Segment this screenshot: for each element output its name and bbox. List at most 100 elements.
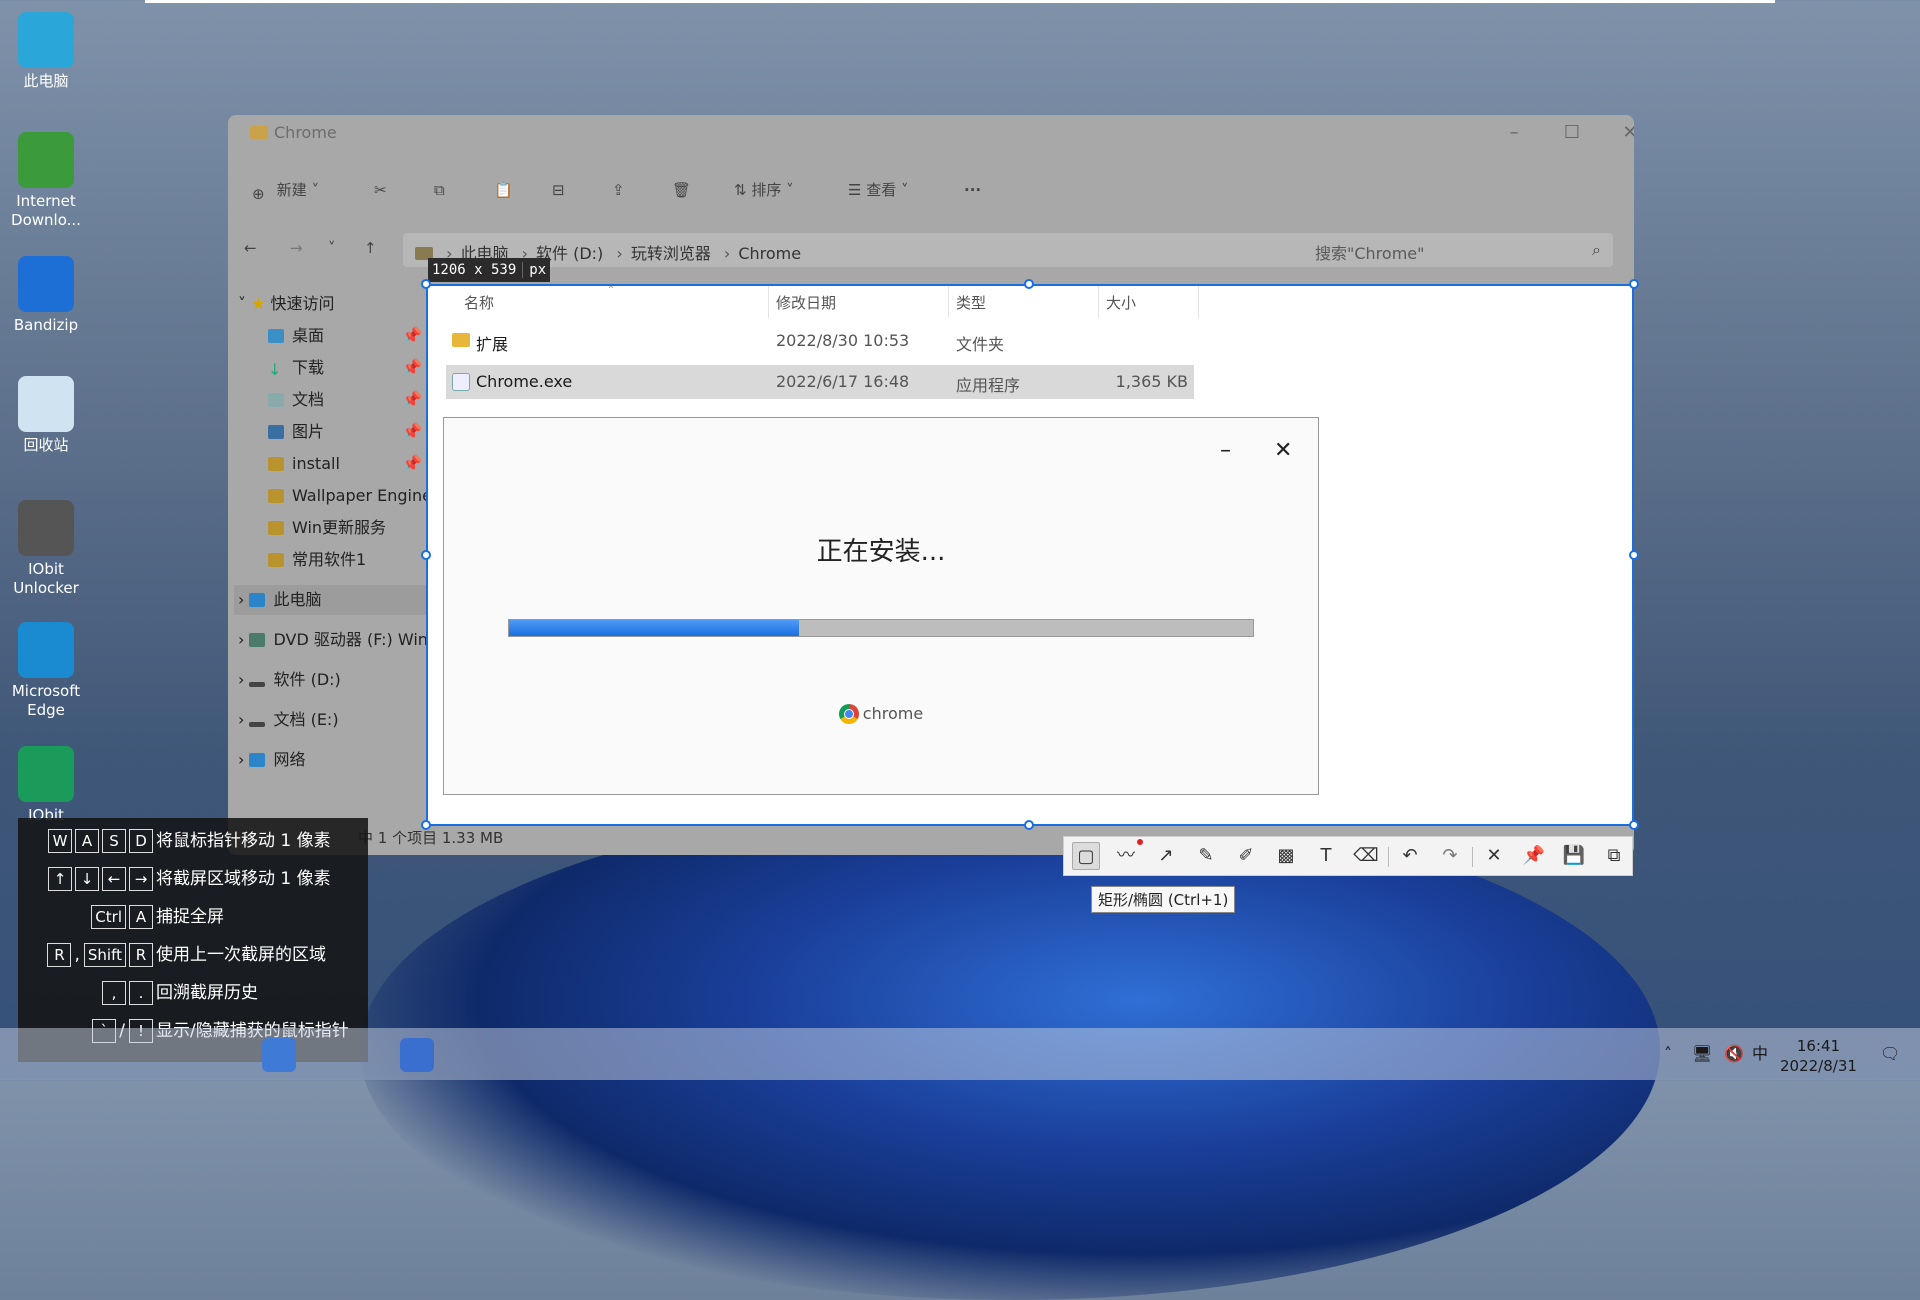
chrome-installer-dialog[interactable]: – ✕ 正在安装... chrome	[443, 417, 1319, 795]
resize-handle[interactable]	[421, 550, 431, 560]
keycap: →	[129, 867, 153, 891]
volume-mute-icon[interactable]: 🔇	[1724, 1028, 1744, 1080]
nav-item[interactable]: 桌面 📌	[268, 321, 422, 351]
text-icon[interactable]: T	[1312, 842, 1340, 870]
new-button[interactable]: ⊕ 新建 ˅	[252, 175, 319, 205]
window-title: Chrome	[250, 123, 337, 142]
desktop-icon[interactable]: 回收站	[6, 376, 86, 455]
nav-item[interactable]: 常用软件1	[268, 545, 366, 575]
redo-icon[interactable]: ↷	[1436, 842, 1464, 870]
taskbar-app-icon[interactable]	[262, 1038, 296, 1072]
nav-item[interactable]: install 📌	[268, 449, 422, 479]
search-input[interactable]: 搜索"Chrome" ⌕	[1303, 233, 1613, 267]
eraser-icon[interactable]: ⌫	[1352, 842, 1380, 870]
pin-icon: 📌	[402, 326, 422, 345]
marker-icon[interactable]: ✐	[1232, 842, 1260, 870]
resize-handle[interactable]	[1629, 820, 1639, 830]
app-icon	[18, 256, 74, 312]
copy-icon[interactable]: ⧉	[434, 175, 445, 205]
cancel-icon[interactable]: ✕	[1480, 842, 1508, 870]
installer-minimize-button[interactable]: –	[1220, 438, 1231, 463]
shortcut-row: R, Shift R 使用上一次截屏的区域	[18, 940, 368, 970]
column-name[interactable]: 名称	[464, 292, 494, 313]
share-icon[interactable]: ⇪	[612, 175, 625, 205]
pin-icon: 📌	[402, 390, 422, 409]
column-date[interactable]: 修改日期	[776, 292, 836, 313]
capture-selection[interactable]: 名称 ˄ 修改日期 类型 大小 扩展 2022/8/30 10:53 文件夹 C…	[426, 284, 1634, 826]
back-icon[interactable]: ←	[244, 233, 257, 263]
installer-close-button[interactable]: ✕	[1274, 438, 1292, 463]
nav-this-pc[interactable]: › 此电脑	[234, 585, 428, 615]
resize-handle[interactable]	[421, 820, 431, 830]
recent-chevron-icon[interactable]: ˅	[328, 233, 336, 263]
sort-button[interactable]: ⇅ 排序 ˅	[734, 175, 794, 205]
folder-icon	[268, 489, 284, 503]
paste-icon[interactable]: 📋	[494, 175, 513, 205]
arrow-icon[interactable]: ↗	[1152, 842, 1180, 870]
nav-dvd-drive[interactable]: › DVD 驱动器 (F:) Win	[238, 625, 428, 655]
view-button[interactable]: ☰ 查看 ˅	[848, 175, 909, 205]
desktop-icon[interactable]: IObit	[6, 746, 86, 825]
desktop-icon-label: Internet Downlo...	[11, 192, 81, 229]
save-icon[interactable]: 💾	[1560, 842, 1588, 870]
desktop-icon-label: IObit Unlocker	[13, 560, 79, 597]
more-options-button[interactable]: ···	[964, 175, 981, 205]
clock[interactable]: 16:41 2022/8/31	[1780, 1036, 1857, 1076]
nav-item[interactable]: 文档 📌	[268, 385, 422, 415]
desktop-icon[interactable]: Bandizip	[6, 256, 86, 335]
installing-title: 正在安装...	[816, 537, 946, 567]
notification-icon[interactable]: 🗨	[1880, 1028, 1900, 1080]
nav-item[interactable]: Win更新服务	[268, 513, 386, 543]
network-icon[interactable]: 🖥	[1692, 1028, 1712, 1080]
up-icon[interactable]: ↑	[364, 233, 377, 263]
desktop-icon[interactable]: Internet Downlo...	[6, 132, 86, 230]
forward-icon[interactable]: →	[290, 233, 303, 263]
desktop-icon[interactable]: Microsoft Edge	[6, 622, 86, 720]
delete-icon[interactable]: 🗑	[672, 175, 691, 205]
shortcut-row: ,. 回溯截屏历史	[18, 978, 368, 1008]
app-icon	[18, 376, 74, 432]
app-icon	[18, 500, 74, 556]
nav-item[interactable]: ↓ 下载 📌	[268, 353, 422, 383]
resize-handle[interactable]	[1024, 279, 1034, 289]
app-icon	[18, 132, 74, 188]
explorer-toolbar: ⊕ 新建 ˅ ✂ ⧉ 📋 ⊟ ⇪ 🗑 ⇅ 排序 ˅ ☰ 查看 ˅ ···	[228, 165, 1634, 215]
column-size[interactable]: 大小	[1106, 292, 1136, 313]
resize-handle[interactable]	[1629, 279, 1639, 289]
desktop-icon-label: Microsoft Edge	[11, 682, 81, 719]
ime-indicator[interactable]: 中	[1752, 1028, 1768, 1080]
resize-handle[interactable]	[1024, 820, 1034, 830]
chevron-up-icon[interactable]: ˄	[1664, 1028, 1672, 1080]
desktop-icon[interactable]: IObit Unlocker	[6, 500, 86, 598]
keycap: A	[129, 905, 153, 929]
desktop-icon[interactable]: 此电脑	[6, 12, 86, 91]
breadcrumb-item[interactable]: 玩转浏览器	[631, 244, 711, 263]
pencil-icon[interactable]: ✎	[1192, 842, 1220, 870]
nav-item[interactable]: Wallpaper Engine	[268, 481, 432, 511]
mosaic-icon[interactable]: ▩	[1272, 842, 1300, 870]
cut-icon[interactable]: ✂	[374, 175, 387, 205]
key-separator: ,	[74, 945, 80, 965]
nav-network[interactable]: › 网络	[238, 745, 306, 775]
file-row-selected[interactable]: Chrome.exe 2022/6/17 16:48 应用程序 1,365 KB	[446, 365, 1194, 399]
undo-icon[interactable]: ↶	[1396, 842, 1424, 870]
copy-icon[interactable]: ⧉	[1600, 842, 1628, 870]
minimize-button[interactable]: –	[1486, 115, 1542, 151]
nav-drive-e[interactable]: › 文档 (E:)	[238, 705, 339, 735]
breadcrumb-item[interactable]: Chrome	[738, 244, 801, 263]
resize-handle[interactable]	[421, 279, 431, 289]
close-button[interactable]: ✕	[1602, 115, 1634, 151]
nav-quick-access[interactable]: ˅ ★ 快速访问	[238, 289, 335, 319]
nav-item[interactable]: 图片 📌	[268, 417, 422, 447]
rename-icon[interactable]: ⊟	[552, 175, 565, 205]
polyline-icon[interactable]: 〰	[1112, 842, 1140, 870]
keycap: ←	[102, 867, 126, 891]
rectangle-ellipse-icon[interactable]: ▢	[1072, 842, 1100, 870]
taskbar-app-icon[interactable]	[400, 1038, 434, 1072]
column-type[interactable]: 类型	[956, 292, 986, 313]
maximize-button[interactable]: ☐	[1544, 115, 1600, 151]
resize-handle[interactable]	[1629, 550, 1639, 560]
file-row[interactable]: 扩展 2022/8/30 10:53 文件夹	[446, 324, 1194, 358]
nav-drive-d[interactable]: › 软件 (D:)	[238, 665, 341, 695]
pin-icon[interactable]: 📌	[1520, 842, 1548, 870]
